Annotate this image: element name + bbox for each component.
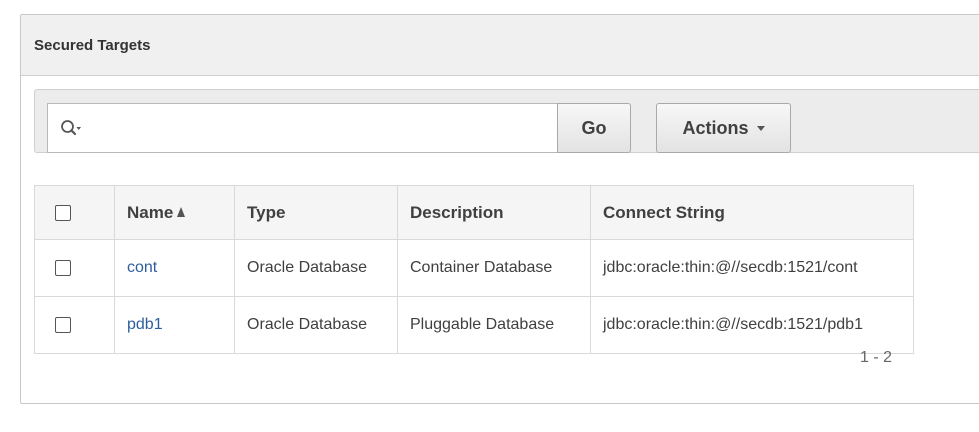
- secured-targets-table: Name Type Description Connect String con…: [34, 185, 914, 354]
- description-cell: Container Database: [397, 239, 591, 297]
- select-all-header: [34, 185, 115, 240]
- select-all-checkbox[interactable]: [55, 205, 71, 222]
- column-header-label: Connect String: [603, 202, 725, 222]
- table-header-row: Name Type Description Connect String: [34, 185, 914, 240]
- table-row: cont Oracle Database Container Database …: [34, 239, 914, 297]
- caret-down-icon: [756, 125, 765, 131]
- go-button[interactable]: Go: [557, 103, 631, 153]
- row-checkbox[interactable]: [55, 259, 71, 276]
- column-header-connect-string[interactable]: Connect String: [590, 185, 914, 240]
- type-cell: Oracle Database: [234, 239, 398, 297]
- column-header-label: Type: [247, 202, 286, 222]
- row-select-cell: [34, 296, 115, 354]
- region-header: Secured Targets: [21, 15, 979, 76]
- column-header-type[interactable]: Type: [234, 185, 398, 240]
- column-header-name[interactable]: Name: [114, 185, 235, 240]
- region-title: Secured Targets: [34, 37, 151, 54]
- actions-button-label: Actions: [682, 117, 749, 138]
- row-checkbox[interactable]: [55, 316, 71, 333]
- sort-ascending-icon: [177, 206, 186, 217]
- description-cell: Pluggable Database: [397, 296, 591, 354]
- search-field[interactable]: [47, 103, 558, 153]
- column-header-label: Description: [410, 202, 504, 222]
- go-button-label: Go: [581, 117, 607, 138]
- target-name-link[interactable]: pdb1: [127, 316, 163, 333]
- search-input[interactable]: [94, 112, 548, 146]
- column-header-label: Name: [127, 202, 174, 222]
- target-name-link[interactable]: cont: [127, 259, 157, 276]
- search-icon[interactable]: [60, 119, 82, 139]
- table-row: pdb1 Oracle Database Pluggable Database …: [34, 296, 914, 354]
- report-toolbar: Go Actions: [34, 89, 979, 153]
- name-cell: cont: [114, 239, 235, 297]
- column-header-description[interactable]: Description: [397, 185, 591, 240]
- secured-targets-region: Secured Targets Go Actions Name Type Des…: [20, 14, 979, 404]
- name-cell: pdb1: [114, 296, 235, 354]
- type-cell: Oracle Database: [234, 296, 398, 354]
- connect-string-cell: jdbc:oracle:thin:@//secdb:1521/cont: [590, 239, 914, 297]
- row-select-cell: [34, 239, 115, 297]
- actions-button[interactable]: Actions: [656, 103, 791, 153]
- pagination-range: 1 - 2: [860, 349, 893, 366]
- connect-string-cell: jdbc:oracle:thin:@//secdb:1521/pdb1: [590, 296, 914, 354]
